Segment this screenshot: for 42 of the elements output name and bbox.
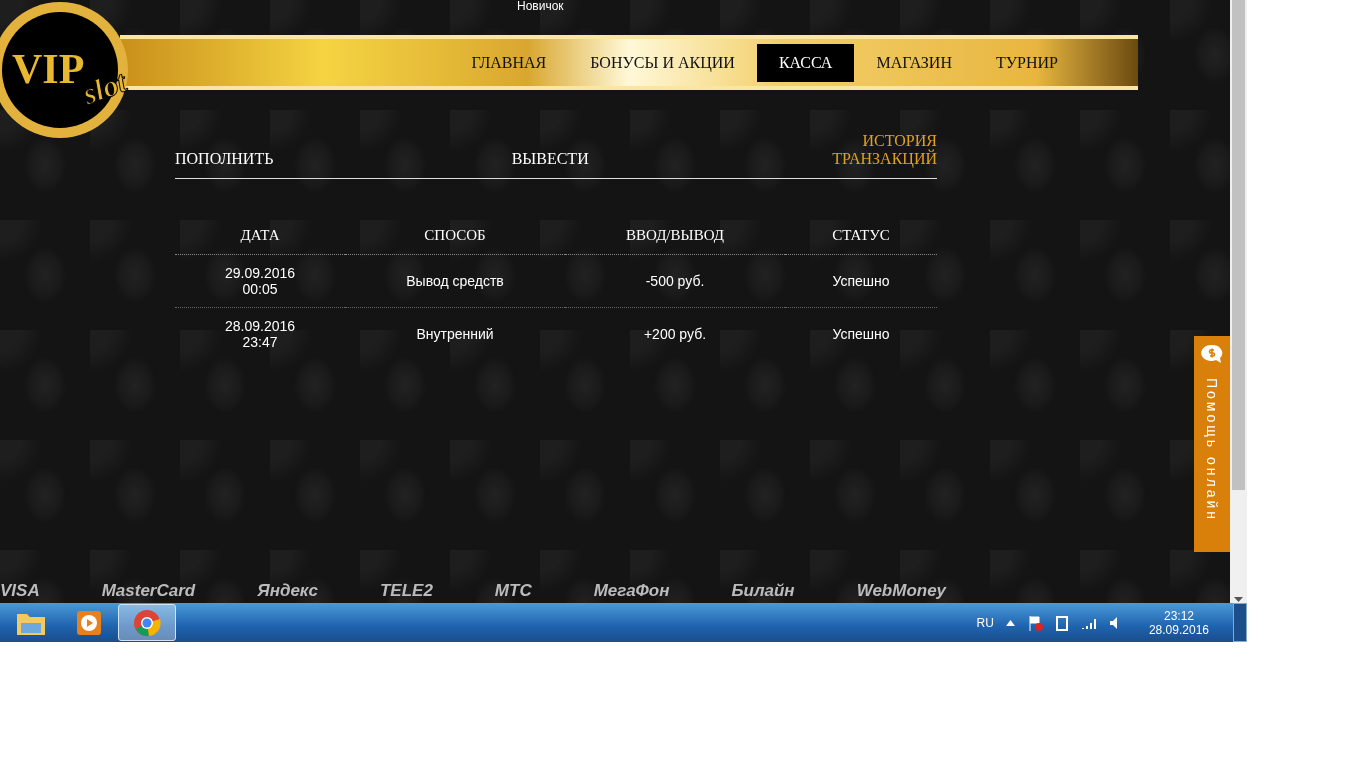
payment-logo: MasterCard — [101, 581, 196, 601]
payment-logo: МегаФон — [593, 581, 670, 601]
amount-cell: +200 руб. — [643, 326, 707, 342]
nav-tab[interactable]: МАГАЗИН — [854, 43, 974, 82]
payment-logo: МТС — [494, 581, 532, 601]
payment-logo: Яндекс — [257, 581, 318, 601]
nav-tab[interactable]: ТУРНИР — [974, 43, 1080, 82]
amount-cell: -500 руб. — [645, 273, 705, 289]
caret-up-icon[interactable] — [1005, 619, 1015, 626]
status-cell: Успешно — [832, 273, 890, 289]
cashier-tab[interactable]: ПОПОЛНИТЬ — [175, 150, 274, 168]
scrollbar-thumb[interactable] — [1232, 0, 1245, 490]
method-cell: Внутренний — [416, 326, 494, 342]
payment-logo: Билайн — [731, 581, 795, 601]
payment-logo: VISA — [0, 581, 40, 601]
cashier-tab[interactable]: ВЫВЕСТИ — [511, 150, 589, 168]
method-cell: Вывод средств — [406, 273, 504, 289]
play-icon — [76, 608, 102, 637]
payment-logo: TELE2 — [379, 581, 433, 601]
payment-logo: WebMoney — [856, 581, 947, 601]
nav-tab[interactable]: БОНУСЫ И АКЦИИ — [568, 43, 757, 82]
browser-icon — [133, 608, 161, 637]
signal-icon[interactable] — [1080, 616, 1097, 629]
show-desktop-button[interactable] — [1233, 603, 1247, 642]
column-header: ДАТА — [175, 227, 345, 255]
date-cell: 28.09.2016 23:47 — [224, 318, 296, 350]
clock-date[interactable]: 28.09.2016 — [1148, 622, 1209, 637]
column-header: СПОСОБ — [345, 227, 565, 255]
column-header: СТАТУС — [785, 227, 937, 255]
cashier-tab[interactable]: ИСТОРИЯ ТРАНЗАКЦИЙ — [827, 132, 937, 168]
chat-icon — [1201, 344, 1223, 364]
date-cell: 29.09.2016 00:05 — [224, 265, 296, 297]
nav-tab[interactable]: ГЛАВНАЯ — [449, 43, 569, 82]
flag-icon[interactable] — [1026, 614, 1043, 631]
user-rank: Новичок — [517, 0, 564, 12]
taskbar-app[interactable] — [118, 604, 176, 641]
column-header: ВВОД/ВЫВОД — [565, 227, 785, 255]
help-label: Помощь онлайн — [1204, 378, 1220, 522]
status-cell: Успешно — [832, 326, 890, 342]
nav-tab[interactable]: КАССА — [756, 43, 855, 82]
clock-time[interactable]: 23:12 — [1163, 608, 1194, 623]
language-indicator[interactable]: RU — [976, 615, 994, 630]
